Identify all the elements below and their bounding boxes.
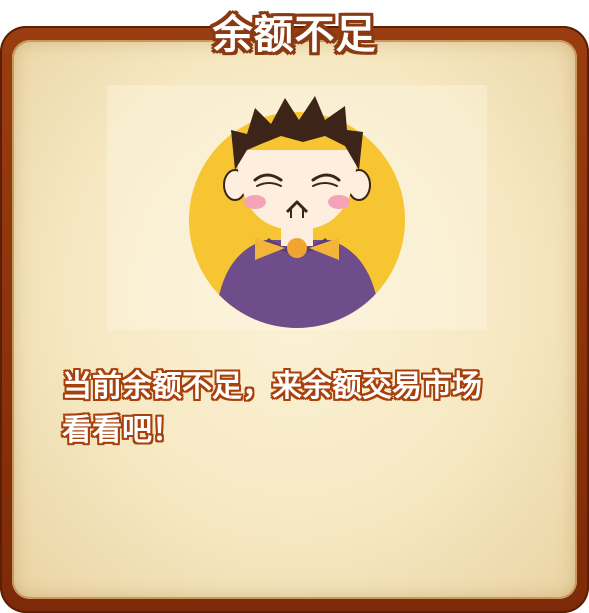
sad-boy-avatar-icon (189, 96, 405, 328)
dialog-title: 余额不足 (212, 12, 377, 58)
message-line-2: 看看吧！ (62, 413, 182, 448)
dialog-message: 当前余额不足，来余额交易市场 看看吧！ (62, 365, 552, 453)
message-line-1: 当前余额不足，来余额交易市场 (62, 369, 482, 404)
